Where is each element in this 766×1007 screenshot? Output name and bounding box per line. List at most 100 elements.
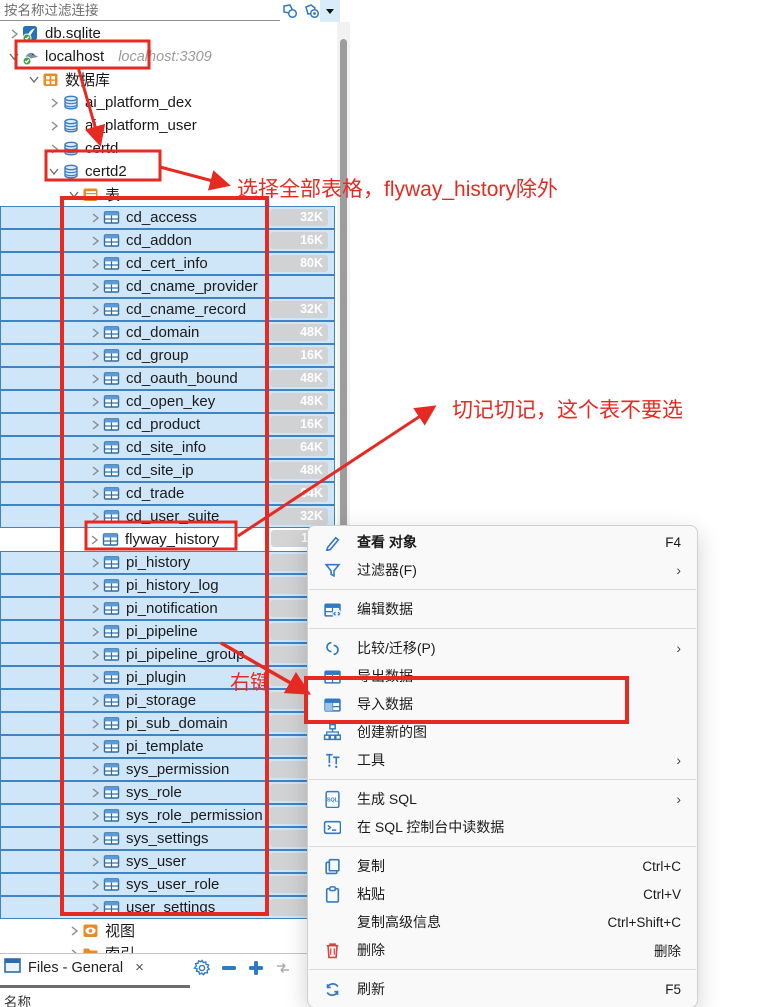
- menu-item-导入数据[interactable]: 导入数据: [308, 690, 697, 718]
- link-with-editor-icon[interactable]: [274, 959, 292, 977]
- menu-item-导出数据[interactable]: 导出数据: [308, 662, 697, 690]
- chevron-right-icon[interactable]: [46, 95, 62, 111]
- chevron-right-icon[interactable]: [87, 463, 103, 479]
- chevron-right-icon[interactable]: [87, 785, 103, 801]
- collapse-all-icon[interactable]: [220, 959, 238, 977]
- chevron-right-icon[interactable]: [87, 256, 103, 272]
- chevron-right-icon[interactable]: [87, 900, 103, 916]
- chevron-right-icon[interactable]: [87, 302, 103, 318]
- chevron-right-icon[interactable]: [87, 670, 103, 686]
- chevron-right-icon[interactable]: [87, 394, 103, 410]
- tree-item-sys_role[interactable]: sys_role: [0, 781, 335, 804]
- tree-item-sys_user_role[interactable]: sys_user_role: [0, 873, 335, 896]
- tree-item-pi_pipeline_group[interactable]: pi_pipeline_group: [0, 643, 335, 666]
- tree-item-sys_user[interactable]: sys_user: [0, 850, 335, 873]
- connection-filter-icon[interactable]: [279, 1, 299, 21]
- menu-item-创建新的图[interactable]: 创建新的图: [308, 718, 697, 746]
- chevron-right-icon[interactable]: [87, 210, 103, 226]
- tree-item-cd_group[interactable]: cd_group16K: [0, 344, 335, 367]
- tree-item-cd_cname_provider[interactable]: cd_cname_provider: [0, 275, 335, 298]
- active-connection-filter-icon[interactable]: [301, 1, 321, 21]
- tree-item-cd_access[interactable]: cd_access32K: [0, 206, 335, 229]
- menu-item-生成 SQL[interactable]: SQL生成 SQL›: [308, 785, 697, 813]
- tree-item-sys_settings[interactable]: sys_settings: [0, 827, 335, 850]
- chevron-right-icon[interactable]: [87, 371, 103, 387]
- chevron-right-icon[interactable]: [46, 141, 62, 157]
- tree-item-sys_role_permission[interactable]: sys_role_permission: [0, 804, 335, 827]
- chevron-right-icon[interactable]: [87, 325, 103, 341]
- menu-item-粘贴[interactable]: 粘贴Ctrl+V: [308, 880, 697, 908]
- chevron-right-icon[interactable]: [87, 417, 103, 433]
- tab-files-general[interactable]: Files - General ×: [4, 958, 144, 977]
- expand-all-icon[interactable]: [247, 959, 265, 977]
- chevron-right-icon[interactable]: [87, 647, 103, 663]
- menu-item-工具[interactable]: 工具›: [308, 746, 697, 774]
- tree-item-pi_storage[interactable]: pi_storage: [0, 689, 335, 712]
- connection-filter-input[interactable]: [0, 0, 280, 21]
- tree-item-cd_cname_record[interactable]: cd_cname_record32K: [0, 298, 335, 321]
- tree-item-user_settings[interactable]: user_settings: [0, 896, 335, 919]
- chevron-right-icon[interactable]: [87, 233, 103, 249]
- tree-item-cd_domain[interactable]: cd_domain48K: [0, 321, 335, 344]
- chevron-right-icon[interactable]: [87, 440, 103, 456]
- tree-item-pi_history[interactable]: pi_history: [0, 551, 335, 574]
- tree-item-certd2[interactable]: certd2: [0, 160, 335, 183]
- chevron-right-icon[interactable]: [87, 716, 103, 732]
- tree-item-pi_template[interactable]: pi_template: [0, 735, 335, 758]
- chevron-down-icon[interactable]: [46, 164, 62, 180]
- chevron-down-icon[interactable]: [26, 72, 42, 88]
- chevron-right-icon[interactable]: [87, 854, 103, 870]
- chevron-right-icon[interactable]: [87, 555, 103, 571]
- menu-item-在 SQL 控制台中读数据[interactable]: 在 SQL 控制台中读数据: [308, 813, 697, 841]
- tree-item-cd_site_info[interactable]: cd_site_info64K: [0, 436, 335, 459]
- chevron-right-icon[interactable]: [87, 624, 103, 640]
- tree-item-certd[interactable]: certd: [0, 137, 335, 160]
- chevron-right-icon[interactable]: [87, 831, 103, 847]
- tree-item-cd_user_suite[interactable]: cd_user_suite32K: [0, 505, 335, 528]
- chevron-right-icon[interactable]: [6, 26, 22, 42]
- tree-item-pi_notification[interactable]: pi_notification: [0, 597, 335, 620]
- tree-item-数据库[interactable]: 数据库: [0, 68, 335, 91]
- tree-item-localhost[interactable]: localhostlocalhost:3309: [0, 45, 335, 68]
- tree-item-cd_open_key[interactable]: cd_open_key48K: [0, 390, 335, 413]
- tree-item-flyway_history[interactable]: flyway_history16K: [0, 528, 335, 551]
- tree-item-db.sqlite[interactable]: db.sqlite: [0, 22, 335, 45]
- close-icon[interactable]: ×: [135, 959, 144, 976]
- chevron-right-icon[interactable]: [46, 118, 62, 134]
- tree-item-视图[interactable]: 视图: [0, 919, 335, 942]
- chevron-right-icon[interactable]: [87, 739, 103, 755]
- menu-item-查看 对象[interactable]: 查看 对象F4: [308, 528, 697, 556]
- tree-item-sys_permission[interactable]: sys_permission: [0, 758, 335, 781]
- menu-item-复制高级信息[interactable]: 复制高级信息Ctrl+Shift+C: [308, 908, 697, 936]
- menu-item-复制[interactable]: 复制Ctrl+C: [308, 852, 697, 880]
- chevron-right-icon[interactable]: [87, 486, 103, 502]
- chevron-right-icon[interactable]: [87, 279, 103, 295]
- chevron-right-icon[interactable]: [86, 532, 102, 548]
- chevron-right-icon[interactable]: [87, 762, 103, 778]
- tree-item-cd_oauth_bound[interactable]: cd_oauth_bound48K: [0, 367, 335, 390]
- chevron-right-icon[interactable]: [66, 923, 82, 939]
- chevron-down-icon[interactable]: [66, 187, 82, 203]
- chevron-right-icon[interactable]: [87, 509, 103, 525]
- tree-item-pi_plugin[interactable]: pi_plugin: [0, 666, 335, 689]
- chevron-right-icon[interactable]: [87, 693, 103, 709]
- tree-item-cd_trade[interactable]: cd_trade64K: [0, 482, 335, 505]
- tree-item-pi_history_log[interactable]: pi_history_log: [0, 574, 335, 597]
- chevron-right-icon[interactable]: [87, 348, 103, 364]
- chevron-down-icon[interactable]: [6, 49, 22, 65]
- menu-item-编辑数据[interactable]: 编辑数据: [308, 595, 697, 623]
- tree-item-cd_cert_info[interactable]: cd_cert_info80K: [0, 252, 335, 275]
- chevron-right-icon[interactable]: [87, 601, 103, 617]
- chevron-right-icon[interactable]: [87, 578, 103, 594]
- tree-item-表[interactable]: 表: [0, 183, 335, 206]
- gear-icon[interactable]: [193, 959, 211, 977]
- tree-item-pi_pipeline[interactable]: pi_pipeline: [0, 620, 335, 643]
- chevron-right-icon[interactable]: [87, 877, 103, 893]
- tree-item-ai_platform_dex[interactable]: ai_platform_dex: [0, 91, 335, 114]
- tree-item-pi_sub_domain[interactable]: pi_sub_domain: [0, 712, 335, 735]
- tree-item-ai_platform_user[interactable]: ai_platform_user: [0, 114, 335, 137]
- filter-dropdown-button[interactable]: [320, 0, 340, 22]
- menu-item-刷新[interactable]: 刷新F5: [308, 975, 697, 1003]
- menu-item-比较/迁移(P)[interactable]: 比较/迁移(P)›: [308, 634, 697, 662]
- tree-item-cd_product[interactable]: cd_product16K: [0, 413, 335, 436]
